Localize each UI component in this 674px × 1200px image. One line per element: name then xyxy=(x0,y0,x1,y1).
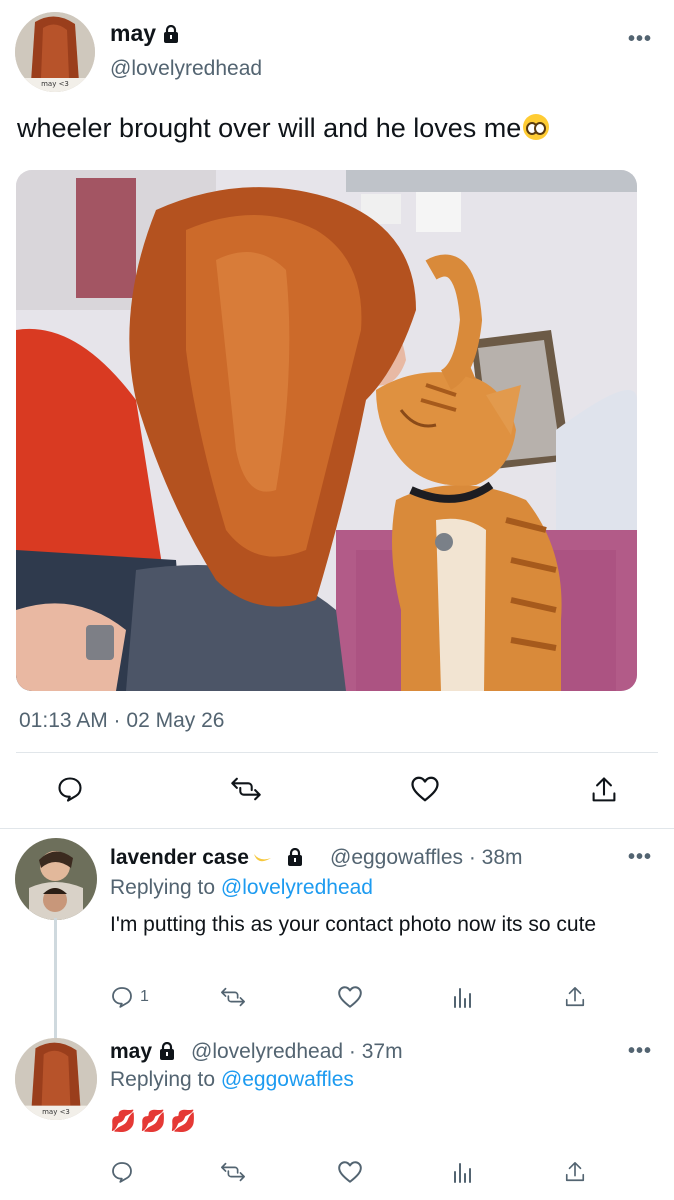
reply-2-author-name: may xyxy=(110,1040,153,1063)
reply-1-reply-button[interactable]: 1 xyxy=(110,985,149,1009)
reply-2-analytics-button[interactable] xyxy=(452,1160,474,1184)
reply-1-avatar[interactable] xyxy=(15,838,97,920)
reply-2-meta[interactable]: @lovelyredhead · 37m xyxy=(191,1040,403,1064)
reply-2-retweet-button[interactable] xyxy=(220,1160,246,1184)
author-avatar[interactable]: may <3 xyxy=(15,12,95,92)
reply-2-author[interactable]: may xyxy=(110,1040,176,1064)
replying-label: Replying to xyxy=(110,876,216,899)
thread-connector xyxy=(54,918,57,1038)
reply-2-more-icon[interactable]: ••• xyxy=(628,1040,652,1063)
replying-to-link[interactable]: @lovelyredhead xyxy=(221,876,373,899)
reply-icon xyxy=(58,777,82,802)
tweet-timestamp[interactable]: 01:13 AM · 02 May 26 xyxy=(19,709,224,733)
reply-1-author-name: lavender case xyxy=(110,846,249,869)
reply-1-replying-to: Replying to @lovelyredhead xyxy=(110,876,373,900)
reply-icon xyxy=(112,1162,132,1183)
share-icon xyxy=(565,987,585,1007)
avatar-caption: may <3 xyxy=(42,1108,70,1116)
lock-icon xyxy=(164,25,179,43)
reply-count: 1 xyxy=(140,988,149,1005)
share-button[interactable] xyxy=(590,775,618,805)
reply-2-avatar[interactable]: may <3 xyxy=(15,1038,97,1120)
pleading-face-emoji-icon xyxy=(523,114,550,140)
tweet-text: wheeler brought over will and he loves m… xyxy=(17,113,550,144)
reply-2-reply-button[interactable] xyxy=(110,1160,134,1184)
heart-icon xyxy=(411,776,439,802)
retweet-icon xyxy=(221,1162,245,1182)
avatar-caption: may <3 xyxy=(41,80,69,88)
author-name[interactable]: may xyxy=(110,20,180,47)
reply-1-text: I'm putting this as your contact photo n… xyxy=(110,913,597,936)
reply-button[interactable] xyxy=(56,775,84,803)
replying-to-link[interactable]: @eggowaffles xyxy=(221,1068,354,1091)
reply-2-handle[interactable]: @lovelyredhead xyxy=(191,1040,343,1063)
reply-2-share-button[interactable] xyxy=(564,1159,586,1185)
more-options-icon[interactable]: ••• xyxy=(628,28,652,51)
retweet-button[interactable] xyxy=(230,775,262,803)
reply-1-more-icon[interactable]: ••• xyxy=(628,846,652,869)
reply-1-handle[interactable]: @eggowaffles xyxy=(330,846,463,869)
reply-1-like-button[interactable] xyxy=(337,985,363,1009)
reply-1-analytics-button[interactable] xyxy=(452,985,474,1009)
like-button[interactable] xyxy=(410,775,440,803)
photo-illustration xyxy=(16,170,637,691)
author-handle[interactable]: @lovelyredhead xyxy=(110,57,262,81)
retweet-icon xyxy=(231,777,261,801)
analytics-icon xyxy=(454,988,471,1008)
analytics-icon xyxy=(454,1163,471,1183)
reply-1-meta[interactable]: @eggowaffles · 38m xyxy=(330,846,523,870)
tweet-text-body: wheeler brought over will and he loves m… xyxy=(17,113,522,143)
reply-1-time: · 38m xyxy=(468,846,523,869)
divider xyxy=(16,752,658,753)
reply-1-author[interactable]: lavender case xyxy=(110,846,304,870)
heart-icon xyxy=(338,1161,362,1183)
reply-icon xyxy=(112,987,132,1008)
reply-2-text: 💋💋💋 xyxy=(110,1110,201,1133)
replying-label: Replying to xyxy=(110,1068,216,1091)
lock-icon xyxy=(287,848,302,866)
author-name-text: may xyxy=(110,20,157,46)
heart-icon xyxy=(338,986,362,1008)
reply-2-replying-to: Replying to @eggowaffles xyxy=(110,1068,354,1092)
share-icon xyxy=(592,777,616,802)
lock-icon xyxy=(160,1042,175,1060)
reply-2-time: · 37m xyxy=(348,1040,403,1063)
tweet-photo[interactable] xyxy=(16,170,637,691)
crescent-moon-emoji-icon xyxy=(253,854,271,862)
reply-1-retweet-button[interactable] xyxy=(220,985,246,1009)
reply-2-like-button[interactable] xyxy=(337,1160,363,1184)
divider xyxy=(0,828,674,829)
retweet-icon xyxy=(221,987,245,1007)
share-icon xyxy=(565,1162,585,1182)
reply-1-share-button[interactable] xyxy=(564,984,586,1010)
